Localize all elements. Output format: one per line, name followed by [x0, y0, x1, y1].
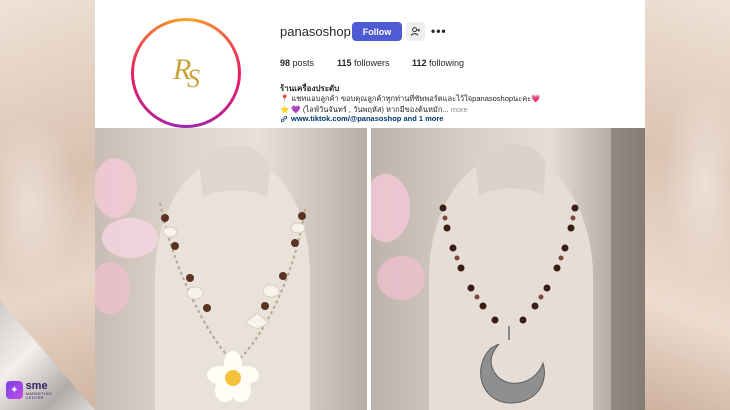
posts-count: 98: [280, 58, 291, 68]
profile-link-text: www.tiktok.com/@panasoshop and 1 more: [291, 114, 444, 123]
link-icon: [280, 115, 288, 122]
avatar[interactable]: R S: [131, 18, 241, 128]
background-right-panel: [645, 0, 730, 410]
post-thumbnail[interactable]: [371, 128, 645, 410]
bio-more-link[interactable]: more: [451, 105, 468, 114]
pin-icon: 📍: [280, 94, 290, 103]
profile-link[interactable]: www.tiktok.com/@panasoshop and 1 more: [280, 114, 443, 123]
sme-logo-subtext: MARKETING CENTER: [25, 390, 53, 400]
post-thumbnail[interactable]: [95, 128, 367, 410]
bio-body: แชทแอบลูกค้า ขอบคุณลูกค้าทุกท่านที่ซัพพอ…: [280, 94, 541, 114]
profile-username: panasoshop: [280, 24, 351, 39]
followers-count: 115: [337, 58, 352, 68]
bio-text: 📍 แชทแอบลูกค้า ขอบคุณลูกค้าทุกท่านที่ซัพ…: [280, 93, 550, 115]
posts-stat[interactable]: 98 posts: [280, 58, 314, 68]
necklace-photo-moon-pendant: [371, 128, 645, 410]
posts-label: posts: [292, 58, 315, 68]
add-user-button[interactable]: [406, 22, 425, 41]
sme-logo-text: sme: [25, 379, 48, 392]
followers-label: followers: [354, 58, 390, 68]
follow-button[interactable]: Follow: [352, 22, 402, 41]
more-options-icon[interactable]: •••: [431, 24, 447, 38]
sme-logo-text-group: sme MARKETING CENTER: [25, 379, 68, 400]
following-count: 112: [412, 58, 427, 68]
rs-monogram-logo: R S: [172, 53, 200, 93]
necklace-photo-shell-flower: [95, 145, 310, 410]
following-stat[interactable]: 112 following: [412, 58, 464, 68]
following-label: following: [429, 58, 465, 68]
sme-marketing-center-logo: ✦ sme MARKETING CENTER: [6, 376, 68, 404]
followers-stat[interactable]: 115 followers: [337, 58, 390, 68]
monogram-letter-s: S: [187, 64, 200, 93]
sme-logo-icon: ✦: [6, 381, 23, 399]
instagram-profile-card: R S panasoshop Follow ••• 98 posts 115 f…: [95, 0, 645, 410]
avatar-logo: R S: [134, 21, 238, 125]
add-user-icon: [410, 27, 421, 36]
